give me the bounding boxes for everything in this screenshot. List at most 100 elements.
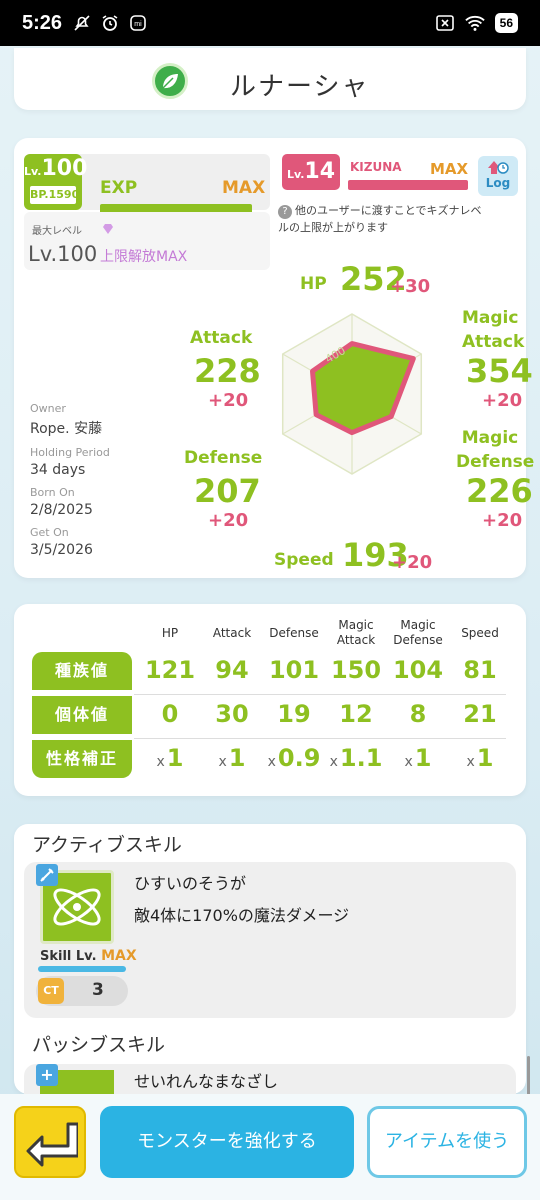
log-label: Log bbox=[485, 176, 511, 190]
stat-magic-attack-bonus: +20 bbox=[482, 390, 523, 411]
get-on-label: Get On bbox=[30, 526, 69, 539]
sim-off-icon bbox=[435, 13, 455, 33]
kizuna-level-badge: Lv.14 bbox=[282, 154, 340, 190]
passive-skill-panel[interactable]: + せいれんなまなざし bbox=[24, 1064, 516, 1094]
skill-level-value: MAX bbox=[101, 948, 137, 964]
table-divider bbox=[134, 738, 506, 739]
stat-magic-attack-label-line2: Attack bbox=[462, 332, 525, 352]
max-level-value: Lv.100 bbox=[28, 242, 98, 266]
status-time: 5:26 bbox=[22, 11, 63, 34]
active-skill-panel[interactable]: ひすいのそうが 敵4体に170%の魔法ダメージ Skill Lv. MAX CT… bbox=[24, 862, 516, 1018]
active-skill-title: アクティブスキル bbox=[32, 834, 182, 856]
bottom-action-bar: モンスターを強化する アイテムを使う bbox=[0, 1094, 540, 1200]
plus-icon: + bbox=[36, 1064, 58, 1086]
table-header-1: Attack bbox=[212, 626, 252, 640]
holding-period-value: 34 days bbox=[30, 462, 86, 478]
stat-magic-defense-label-line1: Magic bbox=[461, 428, 519, 448]
kizuna-level-value: 14 bbox=[304, 159, 336, 184]
kizuna-bar bbox=[348, 180, 468, 190]
table-cell: 0 bbox=[161, 700, 179, 728]
exp-label: EXP bbox=[100, 178, 138, 198]
stat-defense-label: Defense bbox=[184, 448, 263, 468]
monster-name-card: ルナーシャ bbox=[14, 48, 526, 110]
back-arrow-icon bbox=[24, 1118, 80, 1172]
table-row-label-1: 個体値 bbox=[32, 696, 132, 734]
stat-defense-value: 207 bbox=[194, 472, 261, 510]
table-header-2: Defense bbox=[269, 626, 319, 640]
svg-text:mi: mi bbox=[134, 21, 142, 28]
max-level-box: 最大レベル Lv.100 上限解放MAX bbox=[24, 212, 270, 270]
skill-level: Skill Lv. MAX bbox=[40, 948, 137, 964]
stat-magic-defense-label-line2: Defense bbox=[456, 452, 535, 472]
stat-magic-defense-label: Magic Defense bbox=[456, 426, 534, 474]
passive-skill-name: せいれんなまなざし bbox=[134, 1072, 279, 1091]
stat-hp-bonus: +30 bbox=[390, 276, 431, 297]
kizuna-note: ? 他のユーザーに渡すことでキズナレベルの上限が上がります bbox=[278, 202, 488, 236]
stat-speed-label: Speed bbox=[274, 550, 334, 570]
born-on-value: 2/8/2025 bbox=[30, 502, 93, 518]
table-cell: x1 bbox=[404, 744, 432, 772]
get-on-value: 3/5/2026 bbox=[30, 542, 93, 558]
kizuna-note-text: 他のユーザーに渡すことでキズナレベルの上限が上がります bbox=[278, 204, 482, 234]
max-level-label: 最大レベル bbox=[32, 226, 82, 237]
stat-attack-label: Attack bbox=[190, 328, 253, 348]
monster-info: Owner Rope. 安藤 Holding Period 34 days Bo… bbox=[30, 398, 150, 566]
table-header-3: Magic Attack bbox=[336, 618, 376, 647]
mi-icon: mi bbox=[128, 13, 148, 33]
enhance-monster-button[interactable]: モンスターを強化する bbox=[100, 1106, 354, 1178]
owner-value: Rope. 安藤 bbox=[30, 421, 103, 437]
use-item-button[interactable]: アイテムを使う bbox=[367, 1106, 527, 1178]
gem-icon bbox=[102, 220, 114, 234]
table-cell: 150 bbox=[330, 656, 382, 684]
stat-hp-label: HP bbox=[300, 274, 327, 294]
back-button[interactable] bbox=[14, 1106, 86, 1178]
mute-icon bbox=[72, 13, 92, 33]
log-button[interactable]: Log bbox=[478, 156, 518, 196]
stat-speed-bonus: +20 bbox=[392, 552, 433, 573]
table-row-label-2: 性格補正 bbox=[32, 740, 132, 778]
stat-attack-bonus: +20 bbox=[208, 390, 249, 411]
table-cell: 30 bbox=[215, 700, 249, 728]
active-skill-name: ひすいのそうが bbox=[134, 874, 247, 893]
leaf-element-icon bbox=[152, 63, 188, 99]
cooldown-value: 3 bbox=[92, 980, 104, 1000]
table-cell: 19 bbox=[277, 700, 311, 728]
skill-level-label: Skill Lv. bbox=[40, 949, 97, 964]
table-cell: 121 bbox=[144, 656, 196, 684]
owner-label: Owner bbox=[30, 402, 66, 415]
table-cell: 94 bbox=[215, 656, 249, 684]
table-cell: 21 bbox=[463, 700, 497, 728]
stat-table-card: HP Attack Defense Magic Attack Magic Defense Sp… bbox=[14, 604, 526, 796]
stat-magic-defense-bonus: +20 bbox=[482, 510, 523, 531]
bp-chip: BP.1590 bbox=[28, 184, 79, 206]
stats-radar-chart: 400 bbox=[281, 313, 423, 475]
stat-attack-value: 228 bbox=[194, 352, 261, 390]
stat-magic-attack-label: Magic Attack bbox=[462, 306, 524, 354]
scrollbar[interactable] bbox=[527, 1056, 530, 1096]
table-cell: 81 bbox=[463, 656, 497, 684]
table-cell: x1 bbox=[466, 744, 494, 772]
limit-break-status: 上限解放MAX bbox=[100, 249, 188, 265]
stat-magic-attack-value: 354 bbox=[466, 352, 533, 390]
level-box: Lv.100 BP.1590 EXP MAX bbox=[24, 154, 270, 214]
skills-card: アクティブスキル ひすいのそうが 敵4体に170%の魔法ダメージ Skill L… bbox=[14, 824, 526, 1094]
table-cell: x1 bbox=[156, 744, 184, 772]
table-cell: 101 bbox=[268, 656, 320, 684]
wifi-icon bbox=[464, 13, 485, 33]
passive-skill-title: パッシブスキル bbox=[32, 1034, 166, 1056]
level-value: 100 bbox=[41, 156, 88, 181]
kizuna-level-prefix: Lv. bbox=[286, 168, 305, 181]
holding-period-label: Holding Period bbox=[30, 446, 110, 459]
table-divider bbox=[134, 694, 506, 695]
table-cell: x1 bbox=[218, 744, 246, 772]
magic-sword-icon bbox=[36, 864, 58, 886]
monster-name: ルナーシャ bbox=[230, 72, 370, 102]
active-skill-description: 敵4体に170%の魔法ダメージ bbox=[134, 906, 350, 925]
alarm-icon bbox=[100, 13, 120, 33]
table-header-4: Magic Defense bbox=[393, 618, 443, 647]
status-bar: 5:26 mi 56 bbox=[0, 0, 540, 46]
born-on-label: Born On bbox=[30, 486, 75, 499]
table-header-5: Speed bbox=[461, 626, 499, 640]
stat-magic-attack-label-line1: Magic bbox=[462, 308, 519, 328]
stats-card: Lv.100 BP.1590 EXP MAX 最大レベル Lv.100 上限解放… bbox=[14, 138, 534, 578]
